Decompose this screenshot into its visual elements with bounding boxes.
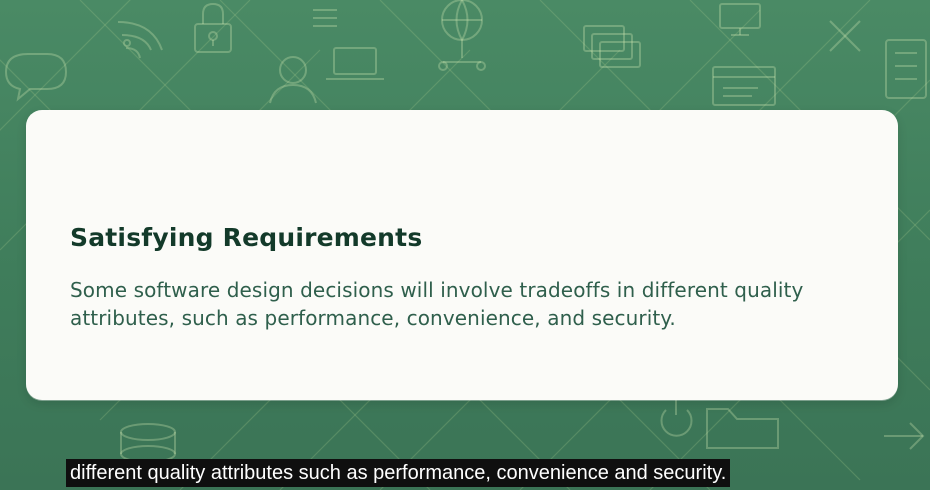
chat-bubble-icon: [4, 53, 68, 102]
wifi-icon: [117, 21, 163, 59]
database-icon: [120, 423, 176, 463]
user-icon: [269, 56, 317, 104]
slide-body-text: Some software design decisions will invo…: [70, 278, 804, 330]
arrow-icon: [884, 422, 925, 450]
window-stack-icon: [583, 25, 641, 68]
laptop-icon: [326, 47, 384, 80]
lesson-slide: Satisfying Requirements Some software de…: [0, 0, 930, 490]
slide-card: Satisfying Requirements Some software de…: [26, 110, 898, 400]
power-icon: [660, 397, 693, 437]
globe-network-icon: [438, 0, 486, 71]
monitor-icon: [719, 3, 761, 36]
slide-title: Satisfying Requirements: [70, 222, 423, 252]
video-caption: different quality attributes such as per…: [66, 459, 731, 487]
folder-icon: [706, 408, 779, 449]
lock-icon: [194, 2, 232, 53]
menu-icon: [313, 9, 337, 27]
browser-window-icon: [712, 66, 776, 106]
